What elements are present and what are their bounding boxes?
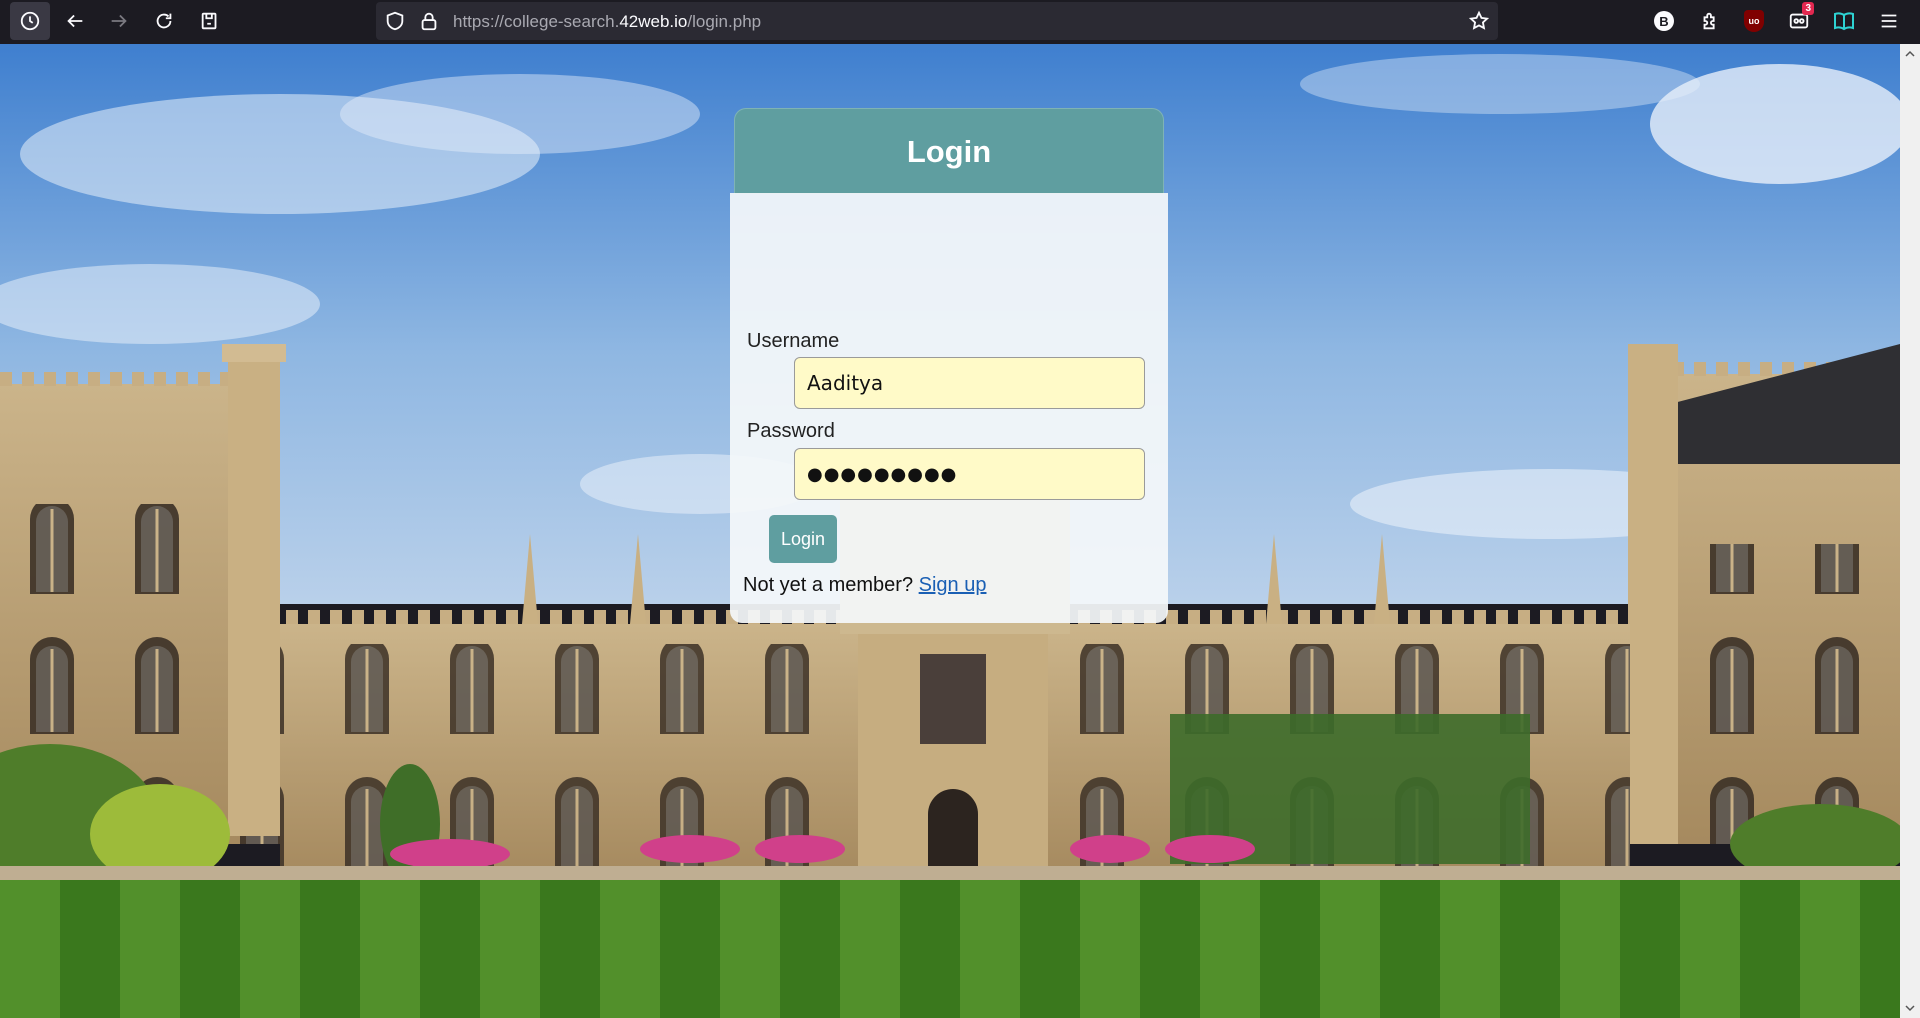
login-form: Username Aaditya Password ●●●●●●●●● Logi… [730,193,1168,623]
reader-icon[interactable] [1831,8,1857,34]
password-value: ●●●●●●●●● [807,463,958,485]
menu-icon[interactable] [1876,8,1902,34]
url-prefix: https://college-search. [453,12,620,31]
login-title: Login [906,133,992,169]
forward-icon[interactable] [99,2,139,40]
signup-prompt: Not yet a member? [743,574,914,596]
ublock-label: uo [1744,10,1764,32]
back-icon[interactable] [55,2,95,40]
browser-toolbar: https://college-search.42web.io/login.ph… [0,0,1920,44]
url-bar[interactable]: https://college-search.42web.io/login.ph… [376,2,1498,40]
extension-b-icon[interactable]: B [1651,8,1677,34]
username-value: Aaditya [807,371,884,395]
username-field[interactable]: Aaditya [794,357,1145,409]
login-card-header: Login [734,108,1164,194]
bookmark-star-icon[interactable] [1468,10,1490,32]
lock-icon[interactable] [418,10,440,32]
ublock-icon[interactable]: uo [1741,8,1767,34]
scroll-down-icon[interactable] [1904,1002,1916,1014]
extension-monitor-icon[interactable]: 3 [1786,2,1814,34]
signup-prompt-line: Not yet a member? Sign up [743,574,986,597]
login-button[interactable]: Login [769,515,837,563]
history-icon[interactable] [10,2,50,40]
url-text[interactable]: https://college-search.42web.io/login.ph… [453,12,761,32]
shield-icon[interactable] [384,10,406,32]
signup-link[interactable]: Sign up [919,574,987,596]
puzzle-icon[interactable] [1697,8,1723,34]
url-path: /login.php [687,12,762,31]
password-label: Password [747,420,835,442]
password-field[interactable]: ●●●●●●●●● [794,448,1145,500]
reload-icon[interactable] [144,2,184,40]
scroll-up-icon[interactable] [1904,48,1916,60]
page-scrollbar[interactable] [1900,44,1920,1018]
username-label: Username [747,330,840,352]
extension-b-label: B [1654,11,1674,31]
save-page-icon[interactable] [190,2,230,40]
extension-badge: 3 [1802,2,1814,15]
url-host: 42web.io [619,12,688,31]
